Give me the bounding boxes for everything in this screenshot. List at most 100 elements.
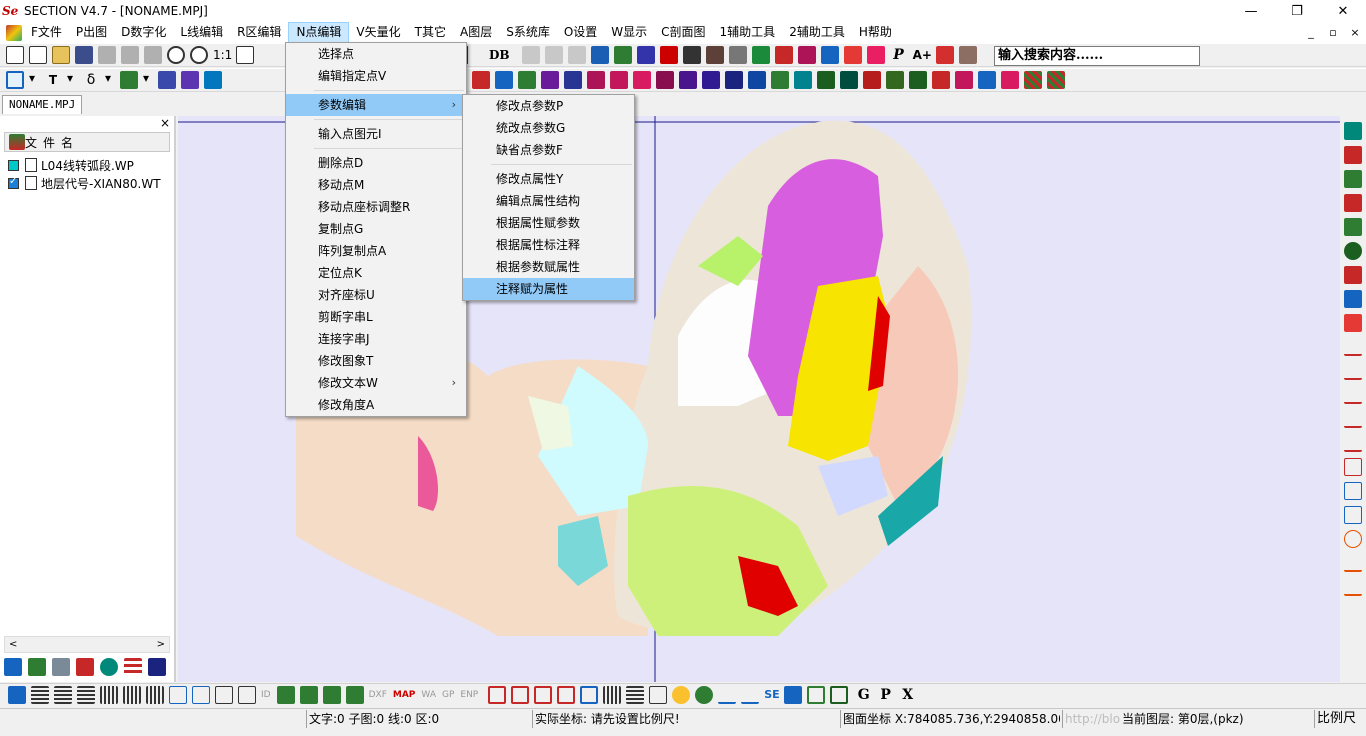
map-button[interactable]: MAP [393, 686, 416, 704]
arrow-up-icon-2[interactable] [322, 686, 341, 704]
right-tool-icon-8[interactable] [1344, 290, 1362, 308]
node-edit-icon-4[interactable] [633, 71, 651, 89]
p-button[interactable]: P [875, 686, 897, 704]
g-button[interactable]: G [853, 686, 875, 704]
move-point-icon[interactable] [158, 71, 176, 89]
zoom-out-icon[interactable] [190, 46, 208, 64]
save-as-icon[interactable] [98, 46, 116, 64]
panel-tool-icon-1[interactable] [4, 658, 22, 676]
line-edit-icon-4[interactable] [541, 71, 559, 89]
star-icon[interactable] [866, 46, 885, 64]
area-edit-icon-5[interactable] [863, 71, 881, 89]
diamond-icon-1[interactable] [932, 71, 950, 89]
n-menu-item[interactable]: 定位点K [286, 262, 466, 284]
node-icon-r1[interactable] [1344, 530, 1362, 548]
line-tool-icon-r3[interactable] [1344, 386, 1362, 404]
node-edit-icon-8[interactable] [725, 71, 743, 89]
arrow-down-icon-1[interactable] [299, 686, 318, 704]
frame-tool-icon-3[interactable] [534, 686, 553, 704]
search-input[interactable]: 输入搜索内容...... [994, 46, 1200, 66]
param-submenu-item[interactable]: 修改点参数P [463, 95, 634, 117]
point-tool-icon[interactable] [636, 46, 655, 64]
dots-icon[interactable] [603, 686, 622, 704]
gp-button[interactable]: GP [442, 686, 454, 704]
param-submenu-item[interactable]: 根据属性赋参数 [463, 212, 634, 234]
open-folder-icon[interactable] [52, 46, 70, 64]
node-edit-icon-6[interactable] [679, 71, 697, 89]
scroll-right-icon[interactable]: > [157, 639, 165, 650]
align-left-icon[interactable] [31, 686, 49, 704]
zoom-1-1-button[interactable]: 1:1 [213, 46, 232, 64]
save-icon[interactable] [75, 46, 93, 64]
measure-icon[interactable] [728, 46, 747, 64]
menu-2[interactable]: D数字化 [114, 22, 173, 43]
window-view-icon[interactable] [148, 658, 166, 676]
right-tool-icon-9[interactable] [1344, 314, 1362, 332]
point-list-icon[interactable] [181, 71, 199, 89]
close-button[interactable]: ✕ [1320, 0, 1366, 22]
n-menu-item[interactable]: 复制点G [286, 218, 466, 240]
minimize-button[interactable]: — [1228, 0, 1274, 22]
n-menu-item[interactable]: 修改角度A [286, 394, 466, 416]
node-edit-icon-1[interactable] [564, 71, 582, 89]
grid-icon[interactable] [909, 71, 927, 89]
flag-icon[interactable] [613, 46, 632, 64]
x-button[interactable]: X [897, 686, 919, 704]
param-submenu-item[interactable]: 注释赋为属性 [463, 278, 634, 300]
new-file-icon[interactable] [6, 46, 24, 64]
param-submenu-item[interactable]: 根据属性标注释 [463, 234, 634, 256]
line-tool-icon-r2[interactable] [1344, 362, 1362, 380]
zoom-in-icon[interactable] [167, 46, 185, 64]
menu-0[interactable]: F文件 [24, 22, 69, 43]
frame-tool-icon-4[interactable] [557, 686, 576, 704]
param-submenu-item[interactable]: 统改点参数G [463, 117, 634, 139]
arrow-up-icon-1[interactable] [276, 686, 295, 704]
green-circle-icon[interactable] [695, 686, 714, 704]
menu-5[interactable]: N点编辑 [288, 22, 350, 43]
node-edit-icon-5[interactable] [656, 71, 674, 89]
n-menu-item[interactable]: 剪断字串L [286, 306, 466, 328]
line-tool-icon-r4[interactable] [1344, 410, 1362, 428]
menu-14[interactable]: 2辅助工具 [782, 22, 852, 43]
mdi-close-button[interactable]: × [1344, 22, 1366, 43]
right-tool-icon-3[interactable] [1344, 170, 1362, 188]
circle-icon[interactable] [100, 658, 118, 676]
copy-icon[interactable] [544, 46, 563, 64]
list-icon[interactable] [124, 658, 142, 676]
briefcase-icon[interactable] [705, 46, 724, 64]
dropdown-arrow-icon[interactable]: ▾ [29, 71, 39, 89]
scroll-left-icon[interactable]: < [9, 639, 17, 650]
right-tool-icon-5[interactable] [1344, 218, 1362, 236]
menu-11[interactable]: W显示 [604, 22, 654, 43]
scale-button[interactable]: 比例尺 [1314, 710, 1366, 728]
param-submenu-item[interactable]: 修改点属性Y [463, 168, 634, 190]
pan-hand-icon[interactable] [236, 46, 255, 64]
area-tool-icon-r2[interactable] [1344, 482, 1362, 500]
yellow-circle-icon[interactable] [672, 686, 691, 704]
distribute-icon-3[interactable] [215, 686, 233, 704]
mdi-minimize-button[interactable]: _ [1300, 22, 1322, 43]
align-tool-icon[interactable] [8, 686, 26, 704]
distribute-icon-1[interactable] [169, 686, 187, 704]
point-select-icon[interactable] [6, 71, 24, 89]
right-tool-icon-7[interactable] [1344, 266, 1362, 284]
fill-icon[interactable] [820, 46, 839, 64]
italic-p-icon[interactable]: P [890, 46, 908, 64]
dropdown-arrow-icon[interactable]: ▾ [105, 71, 115, 89]
profile-icon-2[interactable] [741, 686, 760, 704]
layer-row[interactable]: 地层代号-XIAN80.WT [8, 174, 161, 192]
n-menu-item[interactable]: 输入点图元I [286, 123, 466, 145]
save-all-icon[interactable] [121, 46, 139, 64]
menu-10[interactable]: O设置 [557, 22, 604, 43]
copy-red-icon[interactable] [659, 46, 678, 64]
n-menu-item[interactable]: 阵列复制点A [286, 240, 466, 262]
line-edit-icon-1[interactable] [472, 71, 490, 89]
font-increase-icon[interactable]: A+ [913, 46, 932, 64]
node-edit-icon-2[interactable] [587, 71, 605, 89]
export-icon[interactable] [783, 686, 802, 704]
edit-text-icon[interactable] [204, 71, 222, 89]
frame-box-icon[interactable] [829, 686, 848, 704]
node-edit-icon-9[interactable] [748, 71, 766, 89]
arrow-down-icon-2[interactable] [345, 686, 364, 704]
line-edit-icon-3[interactable] [518, 71, 536, 89]
